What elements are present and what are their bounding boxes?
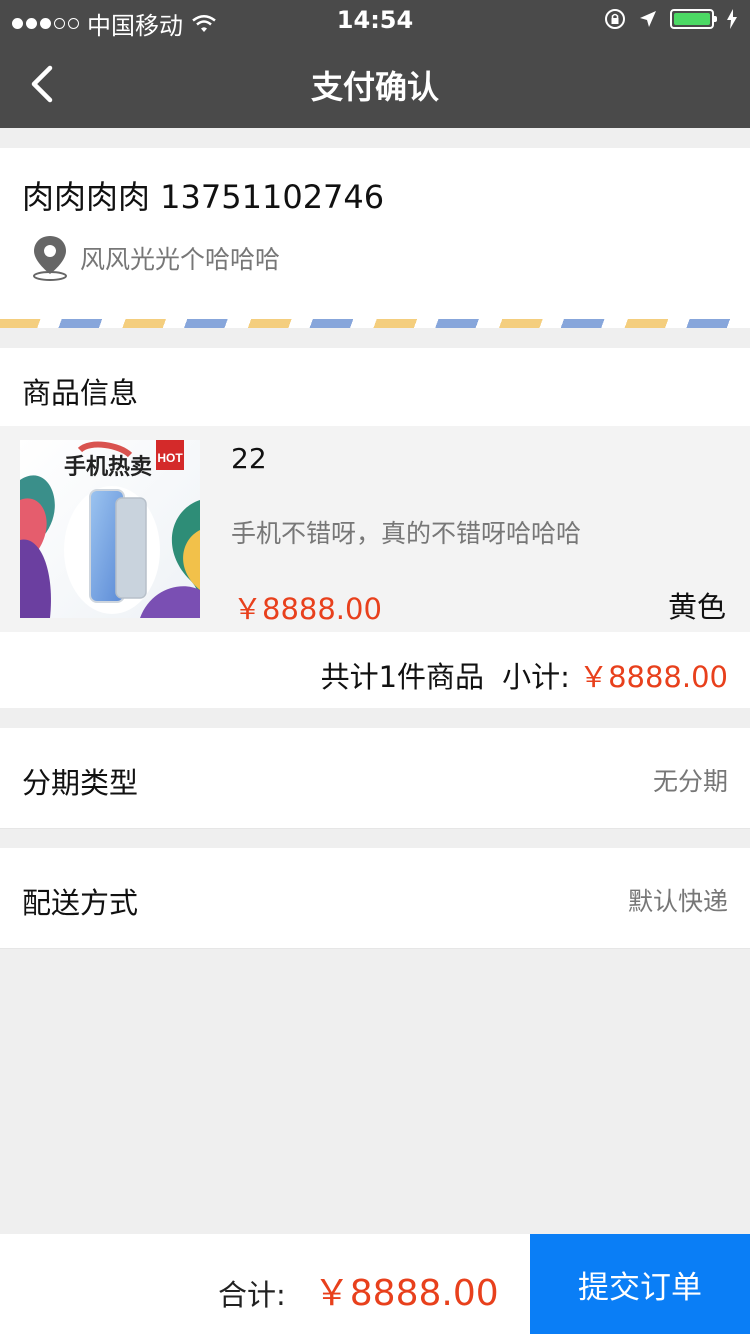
page-title: 支付确认 bbox=[310, 68, 439, 106]
product-name: 22 bbox=[231, 442, 267, 475]
status-bar: 中国移动 14:54 bbox=[0, 0, 750, 40]
goods-section-title: 商品信息 bbox=[22, 376, 139, 410]
submit-order-button[interactable]: 提交订单 bbox=[530, 1234, 750, 1334]
address-row: 风风光光个哈哈哈 bbox=[30, 234, 280, 282]
goods-card: 商品信息 HOT 手机热卖 22 手机不错呀，真的不错呀哈哈哈 ￥8888.00… bbox=[0, 348, 750, 708]
total-price: ￥8888.00 bbox=[313, 1273, 499, 1314]
goods-summary: 共计1件商品 小计: ￥8888.00 bbox=[321, 654, 728, 696]
delivery-label: 配送方式 bbox=[22, 886, 139, 920]
address-card[interactable]: 肉肉肉肉 13751102746 风风光光个哈哈哈 bbox=[0, 148, 750, 328]
nav-bar: 支付确认 bbox=[0, 40, 750, 128]
envelope-stripe bbox=[0, 319, 750, 328]
location-arrow-icon bbox=[640, 11, 656, 27]
battery-icon bbox=[670, 9, 717, 29]
recipient-name-phone: 肉肉肉肉 13751102746 bbox=[22, 178, 385, 216]
product-image: HOT 手机热卖 bbox=[20, 440, 200, 618]
address-detail: 风风光光个哈哈哈 bbox=[80, 245, 281, 274]
product-price: ￥8888.00 bbox=[233, 592, 382, 626]
map-pin-icon bbox=[33, 236, 67, 281]
image-badge: HOT bbox=[157, 451, 183, 465]
subtotal-price: ￥8888.00 bbox=[579, 660, 728, 694]
rotation-lock-icon bbox=[605, 9, 625, 29]
charging-icon bbox=[727, 9, 737, 29]
item-count: 共计1件商品 bbox=[320, 660, 485, 694]
delivery-value: 默认快递 bbox=[627, 887, 728, 916]
product-color: 黄色 bbox=[667, 590, 726, 624]
image-caption: 手机热卖 bbox=[64, 454, 152, 480]
subtotal-group: 小计: ￥8888.00 bbox=[502, 654, 728, 696]
installment-value: 无分期 bbox=[652, 767, 728, 796]
total-label: 合计: bbox=[218, 1278, 286, 1312]
delivery-row[interactable]: 配送方式 默认快递 bbox=[0, 848, 750, 949]
subtotal-label: 小计: bbox=[502, 660, 570, 694]
checkout-footer: 合计: ￥8888.00 提交订单 bbox=[0, 1234, 750, 1334]
installment-label: 分期类型 bbox=[22, 766, 139, 800]
goods-item[interactable]: HOT 手机热卖 22 手机不错呀，真的不错呀哈哈哈 ￥8888.00 黄色 bbox=[0, 426, 750, 632]
total-group: 合计: ￥8888.00 bbox=[218, 1264, 499, 1316]
product-description: 手机不错呀，真的不错呀哈哈哈 bbox=[231, 519, 582, 548]
battery-fill bbox=[674, 13, 710, 25]
status-right bbox=[604, 8, 738, 30]
installment-row[interactable]: 分期类型 无分期 bbox=[0, 728, 750, 829]
